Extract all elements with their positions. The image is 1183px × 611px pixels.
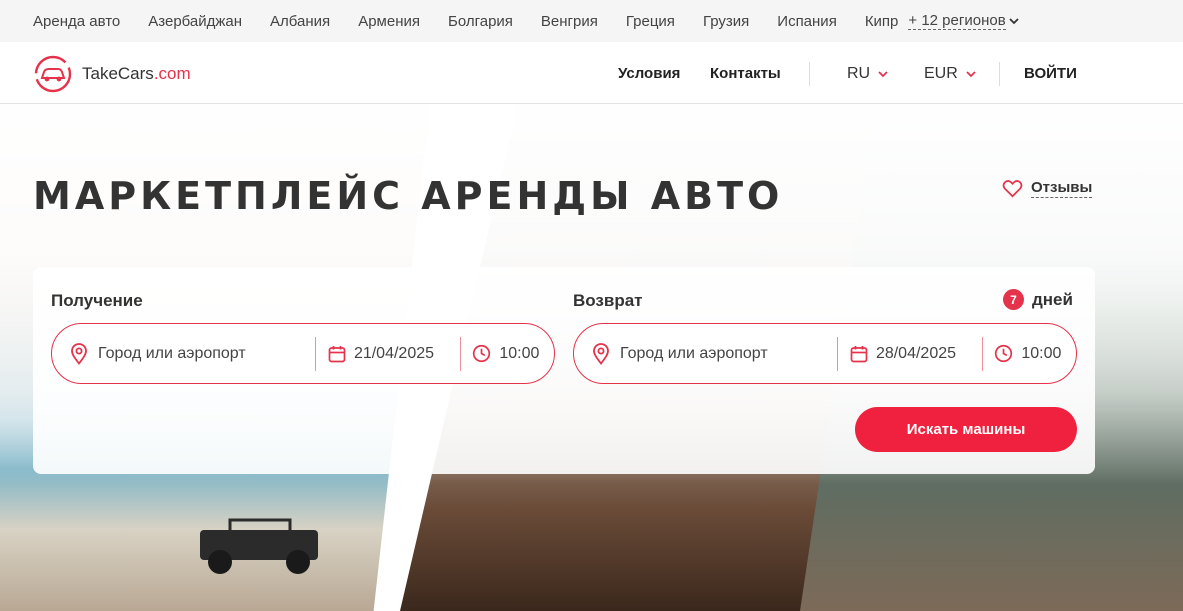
clock-icon xyxy=(995,344,1013,363)
site-header: TakeCars.com Условия Контакты RU EUR ВОЙ… xyxy=(0,42,1183,104)
calendar-icon xyxy=(328,345,346,362)
field-divider xyxy=(460,336,462,371)
region-link-azerbaijan[interactable]: Азербайджан xyxy=(148,13,242,30)
return-date-field[interactable]: 28/04/2025 xyxy=(838,324,982,383)
region-bar: Аренда авто Азербайджан Албания Армения … xyxy=(0,0,1183,42)
heart-icon xyxy=(1002,180,1023,198)
pickup-fields: Город или аэропорт 21/04/2025 10:00 xyxy=(51,323,555,384)
return-location-field[interactable]: Город или аэропорт xyxy=(574,324,837,383)
pickup-time-field[interactable]: 10:00 xyxy=(461,324,554,383)
jeep-illustration xyxy=(200,518,318,574)
reviews-link[interactable]: Отзывы xyxy=(1002,179,1093,198)
region-link-greece[interactable]: Греция xyxy=(626,13,675,30)
currency-select[interactable]: EUR xyxy=(924,65,976,83)
language-value: RU xyxy=(847,65,871,82)
pickup-location-placeholder: Город или аэропорт xyxy=(98,344,246,362)
logo-name: TakeCars xyxy=(82,64,154,83)
header-divider xyxy=(809,62,810,86)
region-link-albania[interactable]: Албания xyxy=(270,13,330,30)
pickup-date-field[interactable]: 21/04/2025 xyxy=(316,324,460,383)
return-fields: Город или аэропорт 28/04/2025 10:00 xyxy=(573,323,1077,384)
logo[interactable]: TakeCars.com xyxy=(32,54,191,94)
page-title: МАРКЕТПЛЕЙС АРЕНДЫ АВТО xyxy=(33,174,784,218)
region-link-georgia[interactable]: Грузия xyxy=(703,13,749,30)
chevron-down-icon xyxy=(1009,17,1019,24)
more-regions-dropdown[interactable]: + 12 регионов xyxy=(908,11,1019,30)
reviews-label: Отзывы xyxy=(1031,179,1093,198)
pickup-time-value: 10:00 xyxy=(499,344,540,362)
hero-section: МАРКЕТПЛЕЙС АРЕНДЫ АВТО Отзывы Получение… xyxy=(0,104,1183,611)
language-select[interactable]: RU xyxy=(847,65,888,83)
region-link-hungary[interactable]: Венгрия xyxy=(541,13,598,30)
return-location-placeholder: Город или аэропорт xyxy=(620,344,768,362)
pickup-date-value: 21/04/2025 xyxy=(353,344,435,362)
header-divider xyxy=(999,62,1000,86)
logo-text: TakeCars.com xyxy=(82,64,191,84)
days-count-badge: 7 xyxy=(1003,289,1024,310)
logo-domain: .com xyxy=(153,64,191,83)
location-pin-icon xyxy=(71,342,87,365)
clock-icon xyxy=(473,344,491,363)
return-time-value: 10:00 xyxy=(1021,344,1062,362)
login-button[interactable]: ВОЙТИ xyxy=(1024,65,1077,82)
region-link-spain[interactable]: Испания xyxy=(777,13,837,30)
pickup-location-field[interactable]: Город или аэропорт xyxy=(52,324,315,383)
region-link-bulgaria[interactable]: Болгария xyxy=(448,13,513,30)
pickup-label: Получение xyxy=(51,291,143,310)
nav-terms[interactable]: Условия xyxy=(618,65,680,82)
return-label: Возврат xyxy=(573,291,643,310)
field-divider xyxy=(982,336,984,371)
currency-value: EUR xyxy=(924,65,958,82)
location-pin-icon xyxy=(593,342,609,365)
return-date-value: 28/04/2025 xyxy=(875,344,957,362)
field-divider xyxy=(314,336,316,371)
region-link-rent-car[interactable]: Аренда авто xyxy=(33,13,120,30)
car-logo-icon xyxy=(34,55,72,93)
region-link-armenia[interactable]: Армения xyxy=(358,13,420,30)
nav-contacts[interactable]: Контакты xyxy=(710,65,781,82)
rental-duration: 7 дней xyxy=(1003,289,1073,310)
chevron-down-icon xyxy=(966,70,976,77)
field-divider xyxy=(836,336,838,371)
search-panel: Получение Возврат 7 дней Город или аэроп… xyxy=(33,267,1095,474)
calendar-icon xyxy=(850,345,868,362)
days-label: дней xyxy=(1032,289,1073,309)
return-time-field[interactable]: 10:00 xyxy=(983,324,1076,383)
chevron-down-icon xyxy=(878,70,888,77)
more-regions-label: + 12 регионов xyxy=(908,11,1006,30)
region-link-cyprus[interactable]: Кипр xyxy=(865,13,899,30)
search-cars-button[interactable]: Искать машины xyxy=(855,407,1077,452)
